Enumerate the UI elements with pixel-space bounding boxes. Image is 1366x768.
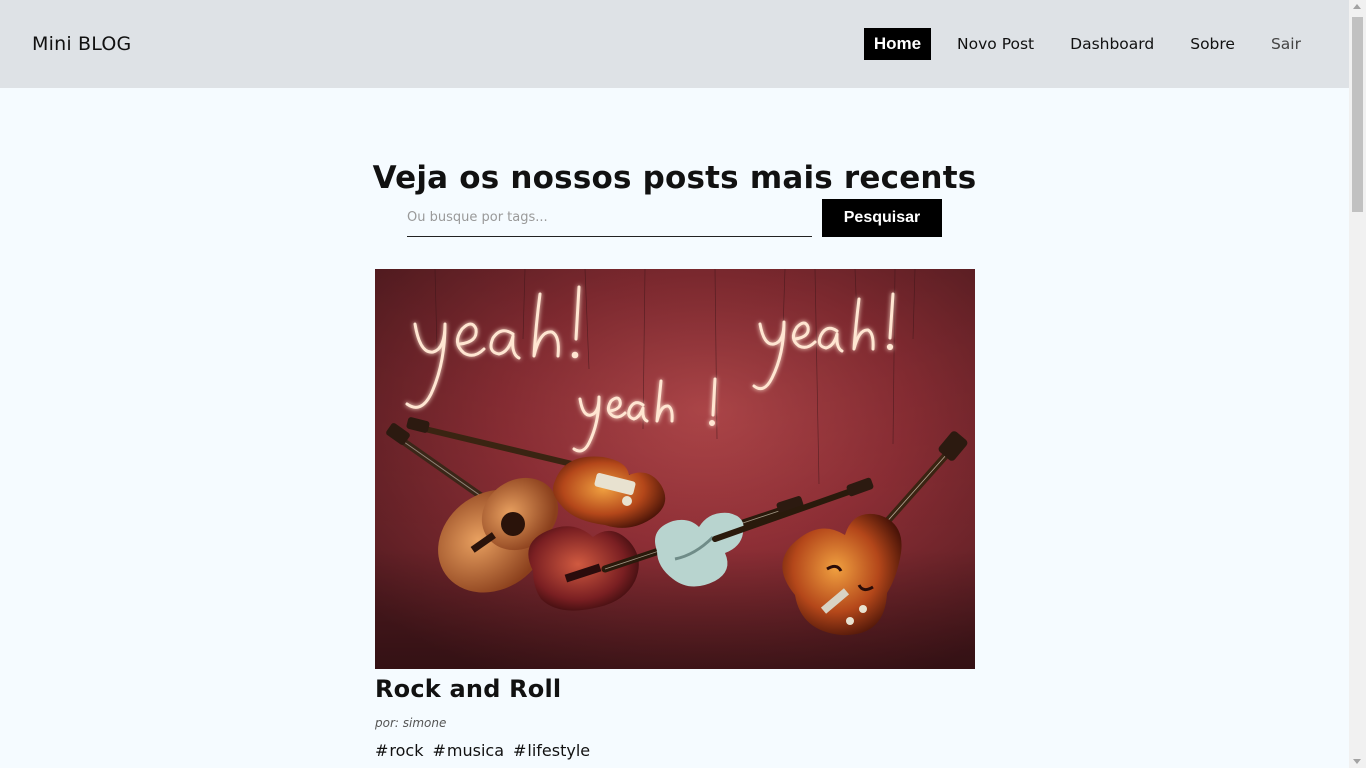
nav-link-dashboard[interactable]: Dashboard bbox=[1060, 27, 1164, 61]
vertical-scrollbar[interactable] bbox=[1349, 0, 1366, 768]
scrollbar-thumb[interactable] bbox=[1352, 17, 1363, 212]
post-tags: #rock #musica #lifestyle bbox=[375, 741, 975, 760]
tag-link[interactable]: #rock bbox=[375, 741, 423, 760]
scroll-down-arrow-icon[interactable] bbox=[1353, 759, 1361, 764]
nav-link-about[interactable]: Sobre bbox=[1180, 27, 1245, 61]
logout-button[interactable]: Sair bbox=[1261, 27, 1311, 61]
tag-link[interactable]: #musica bbox=[432, 741, 504, 760]
post-image[interactable] bbox=[375, 269, 975, 669]
page-title: Veja os nossos posts mais recents bbox=[372, 160, 977, 196]
nav-links: Home Novo Post Dashboard Sobre Sair bbox=[848, 27, 1317, 61]
navbar: Mini BLOG Home Novo Post Dashboard Sobre… bbox=[0, 0, 1349, 88]
tag-link[interactable]: #lifestyle bbox=[513, 741, 590, 760]
scroll-up-arrow-icon[interactable] bbox=[1353, 4, 1361, 9]
nav-link-new-post[interactable]: Novo Post bbox=[947, 27, 1044, 61]
search-button[interactable]: Pesquisar bbox=[822, 199, 942, 237]
brand-logo-link[interactable]: Mini BLOG bbox=[32, 33, 131, 55]
tag-label: lifestyle bbox=[527, 741, 591, 760]
tag-label: rock bbox=[389, 741, 424, 760]
nav-link-home[interactable]: Home bbox=[863, 28, 932, 60]
search-form: Pesquisar bbox=[407, 199, 942, 237]
post-author: por: simone bbox=[375, 716, 447, 730]
search-input[interactable] bbox=[407, 199, 812, 237]
post-card: Rock and Roll por: simone #rock #musica … bbox=[375, 269, 975, 760]
post-title[interactable]: Rock and Roll bbox=[375, 675, 975, 703]
tag-label: musica bbox=[446, 741, 504, 760]
